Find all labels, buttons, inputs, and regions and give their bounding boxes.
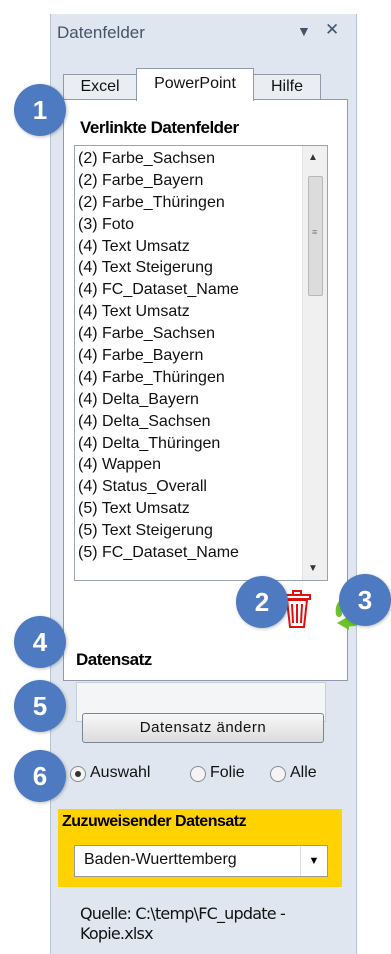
panel-titlebar: Datenfelder ▼ ✕ [51,14,356,52]
list-item[interactable]: (4) Text Umsatz [78,301,300,323]
list-item[interactable]: (2) Farbe_Sachsen [78,148,300,170]
assign-dataset-select[interactable]: Baden-Wuerttemberg ▼ [74,845,328,877]
close-icon[interactable]: ✕ [325,20,339,40]
scope-radio-group: Auswahl Folie Alle [70,762,360,786]
list-item[interactable]: (4) Status_Overall [78,476,300,498]
step-badge-1: 1 [14,84,66,136]
tab-powerpoint[interactable]: PowerPoint [136,68,254,101]
radio-auswahl-label: Auswahl [90,764,151,781]
radio-folie[interactable] [190,766,206,782]
list-item[interactable]: (4) Wappen [78,454,300,476]
change-dataset-button[interactable]: Datensatz ändern [82,713,324,743]
list-scrollbar[interactable]: ▲ ≡ ▼ [302,146,327,580]
tab-bar: Excel PowerPoint Hilfe [63,68,348,101]
step-badge-2: 2 [236,576,288,628]
linked-fields-heading: Verlinkte Datenfelder [80,118,239,137]
scroll-up-icon[interactable]: ▲ [308,152,318,163]
dataset-heading: Datensatz [76,650,152,669]
list-item[interactable]: (4) Delta_Thüringen [78,433,300,455]
list-item[interactable]: (5) FC_Dataset_Name [78,542,300,564]
list-item[interactable]: (4) Text Steigerung [78,257,300,279]
radio-auswahl[interactable] [70,766,86,782]
list-item[interactable]: (2) Farbe_Thüringen [78,192,300,214]
linked-fields-list: (2) Farbe_Sachsen (2) Farbe_Bayern (2) Far… [78,148,300,564]
assign-dataset-value: Baden-Wuerttemberg [84,851,237,868]
step-badge-6: 6 [14,750,66,802]
linked-fields-listbox[interactable]: (2) Farbe_Sachsen (2) Farbe_Bayern (2) Far… [74,145,328,581]
list-item[interactable]: (4) Farbe_Sachsen [78,323,300,345]
dropdown-triangle-icon[interactable]: ▼ [297,23,311,39]
grip-icon: ≡ [312,227,318,237]
list-item[interactable]: (2) Farbe_Bayern [78,170,300,192]
scroll-down-icon[interactable]: ▼ [308,563,318,574]
list-item[interactable]: (4) FC_Dataset_Name [78,279,300,301]
scroll-thumb[interactable]: ≡ [308,176,323,296]
list-item[interactable]: (4) Delta_Bayern [78,389,300,411]
assign-dataset-heading: Zuzuweisender Datensatz [62,813,247,830]
list-item[interactable]: (4) Farbe_Bayern [78,345,300,367]
source-path: Quelle: C:\temp\FC_update - Kopie.xlsx [80,904,286,943]
step-badge-5: 5 [14,680,66,732]
radio-folie-label: Folie [210,764,245,781]
tab-excel[interactable]: Excel [63,74,137,99]
list-item[interactable]: (5) Text Steigerung [78,520,300,542]
list-item[interactable]: (4) Text Umsatz [78,236,300,258]
panel-title: Datenfelder [57,23,145,42]
radio-alle-label: Alle [290,764,317,781]
step-badge-3: 3 [339,574,391,626]
list-item[interactable]: (4) Farbe_Thüringen [78,367,300,389]
tab-hilfe[interactable]: Hilfe [253,74,321,99]
list-item[interactable]: (3) Foto [78,214,300,236]
radio-alle[interactable] [270,766,286,782]
list-item[interactable]: (4) Delta_Sachsen [78,411,300,433]
assign-dataset-box: Zuzuweisender Datensatz Baden-Wuerttembe… [58,809,342,887]
chevron-down-icon[interactable]: ▼ [300,846,327,876]
list-item[interactable]: (5) Text Umsatz [78,498,300,520]
step-badge-4: 4 [14,616,66,668]
